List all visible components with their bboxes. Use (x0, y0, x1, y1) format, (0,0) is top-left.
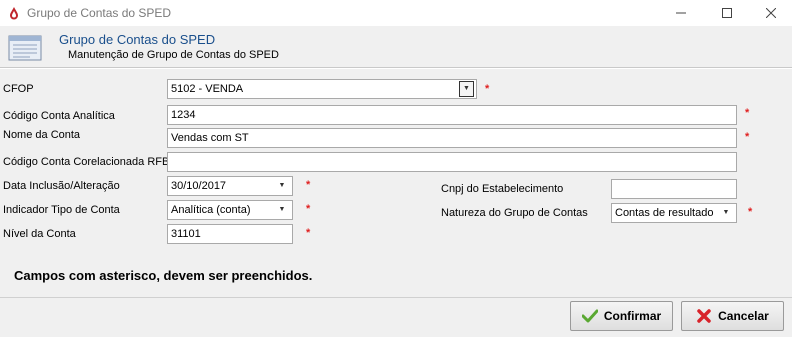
chevron-down-icon[interactable]: ▼ (274, 202, 290, 218)
header-subtitle: Manutenção de Grupo de Contas do SPED (68, 49, 279, 61)
title-bar: Grupo de Contas do SPED (0, 0, 792, 26)
required-asterisk: * (745, 107, 750, 119)
cnpj-input[interactable] (611, 179, 737, 199)
close-icon (766, 8, 776, 18)
codigo-conta-label: Código Conta Analítica (3, 110, 115, 122)
nivel-input[interactable]: 31101 (167, 224, 293, 244)
cfop-value: 5102 - VENDA (171, 83, 244, 95)
header-title: Grupo de Contas do SPED (59, 32, 216, 47)
data-date-picker[interactable]: 30/10/2017 ▼ (167, 176, 293, 196)
data-value: 30/10/2017 (171, 180, 227, 192)
maximize-icon (722, 8, 732, 18)
indicador-select[interactable]: Analítica (conta) ▼ (167, 200, 293, 220)
chevron-down-icon[interactable]: ▼ (274, 178, 290, 194)
indicador-value: Analítica (conta) (171, 204, 251, 216)
cfop-select[interactable]: 5102 - VENDA ▼ (167, 79, 477, 99)
required-asterisk: * (306, 203, 311, 215)
checkmark-icon (581, 308, 598, 324)
required-asterisk: * (485, 83, 490, 95)
confirm-button[interactable]: Confirmar (570, 301, 673, 331)
minimize-icon (676, 12, 686, 14)
maximize-button[interactable] (704, 0, 750, 26)
codigo-rfb-input[interactable] (167, 152, 737, 172)
form-area: CFOP 5102 - VENDA ▼ * Código Conta Analí… (0, 69, 792, 297)
cancel-button[interactable]: Cancelar (681, 301, 784, 331)
confirm-label: Confirmar (603, 309, 662, 323)
app-drop-icon (10, 7, 18, 20)
form-header: Grupo de Contas do SPED Manutenção de Gr… (0, 26, 792, 68)
required-asterisk: * (745, 131, 750, 143)
cfop-label: CFOP (3, 83, 34, 95)
cancel-x-icon (696, 308, 712, 324)
required-asterisk: * (306, 179, 311, 191)
required-asterisk: * (306, 227, 311, 239)
natureza-select[interactable]: Contas de resultado ▼ (611, 203, 737, 223)
minimize-button[interactable] (658, 0, 704, 26)
data-label: Data Inclusão/Alteração (3, 180, 120, 192)
close-button[interactable] (748, 0, 792, 26)
chevron-down-icon[interactable]: ▼ (718, 205, 734, 221)
natureza-label: Natureza do Grupo de Contas (441, 207, 588, 219)
required-asterisk: * (748, 206, 753, 218)
indicador-label: Indicador Tipo de Conta (3, 204, 120, 216)
form-list-icon (8, 35, 42, 61)
cancel-label: Cancelar (718, 309, 769, 323)
required-note: Campos com asterisco, devem ser preenchi… (14, 268, 313, 283)
button-bar: Confirmar Cancelar (0, 297, 792, 337)
codigo-conta-input[interactable]: 1234 (167, 105, 737, 125)
chevron-down-icon[interactable]: ▼ (459, 81, 474, 97)
window-title: Grupo de Contas do SPED (27, 6, 172, 20)
nome-conta-input[interactable]: Vendas com ST (167, 128, 737, 148)
natureza-value: Contas de resultado (615, 207, 714, 219)
cnpj-label: Cnpj do Estabelecimento (441, 183, 564, 195)
codigo-rfb-label: Código Conta Corelacionada RFB (3, 156, 170, 168)
nivel-label: Nível da Conta (3, 228, 76, 240)
nome-conta-label: Nome da Conta (3, 129, 81, 141)
